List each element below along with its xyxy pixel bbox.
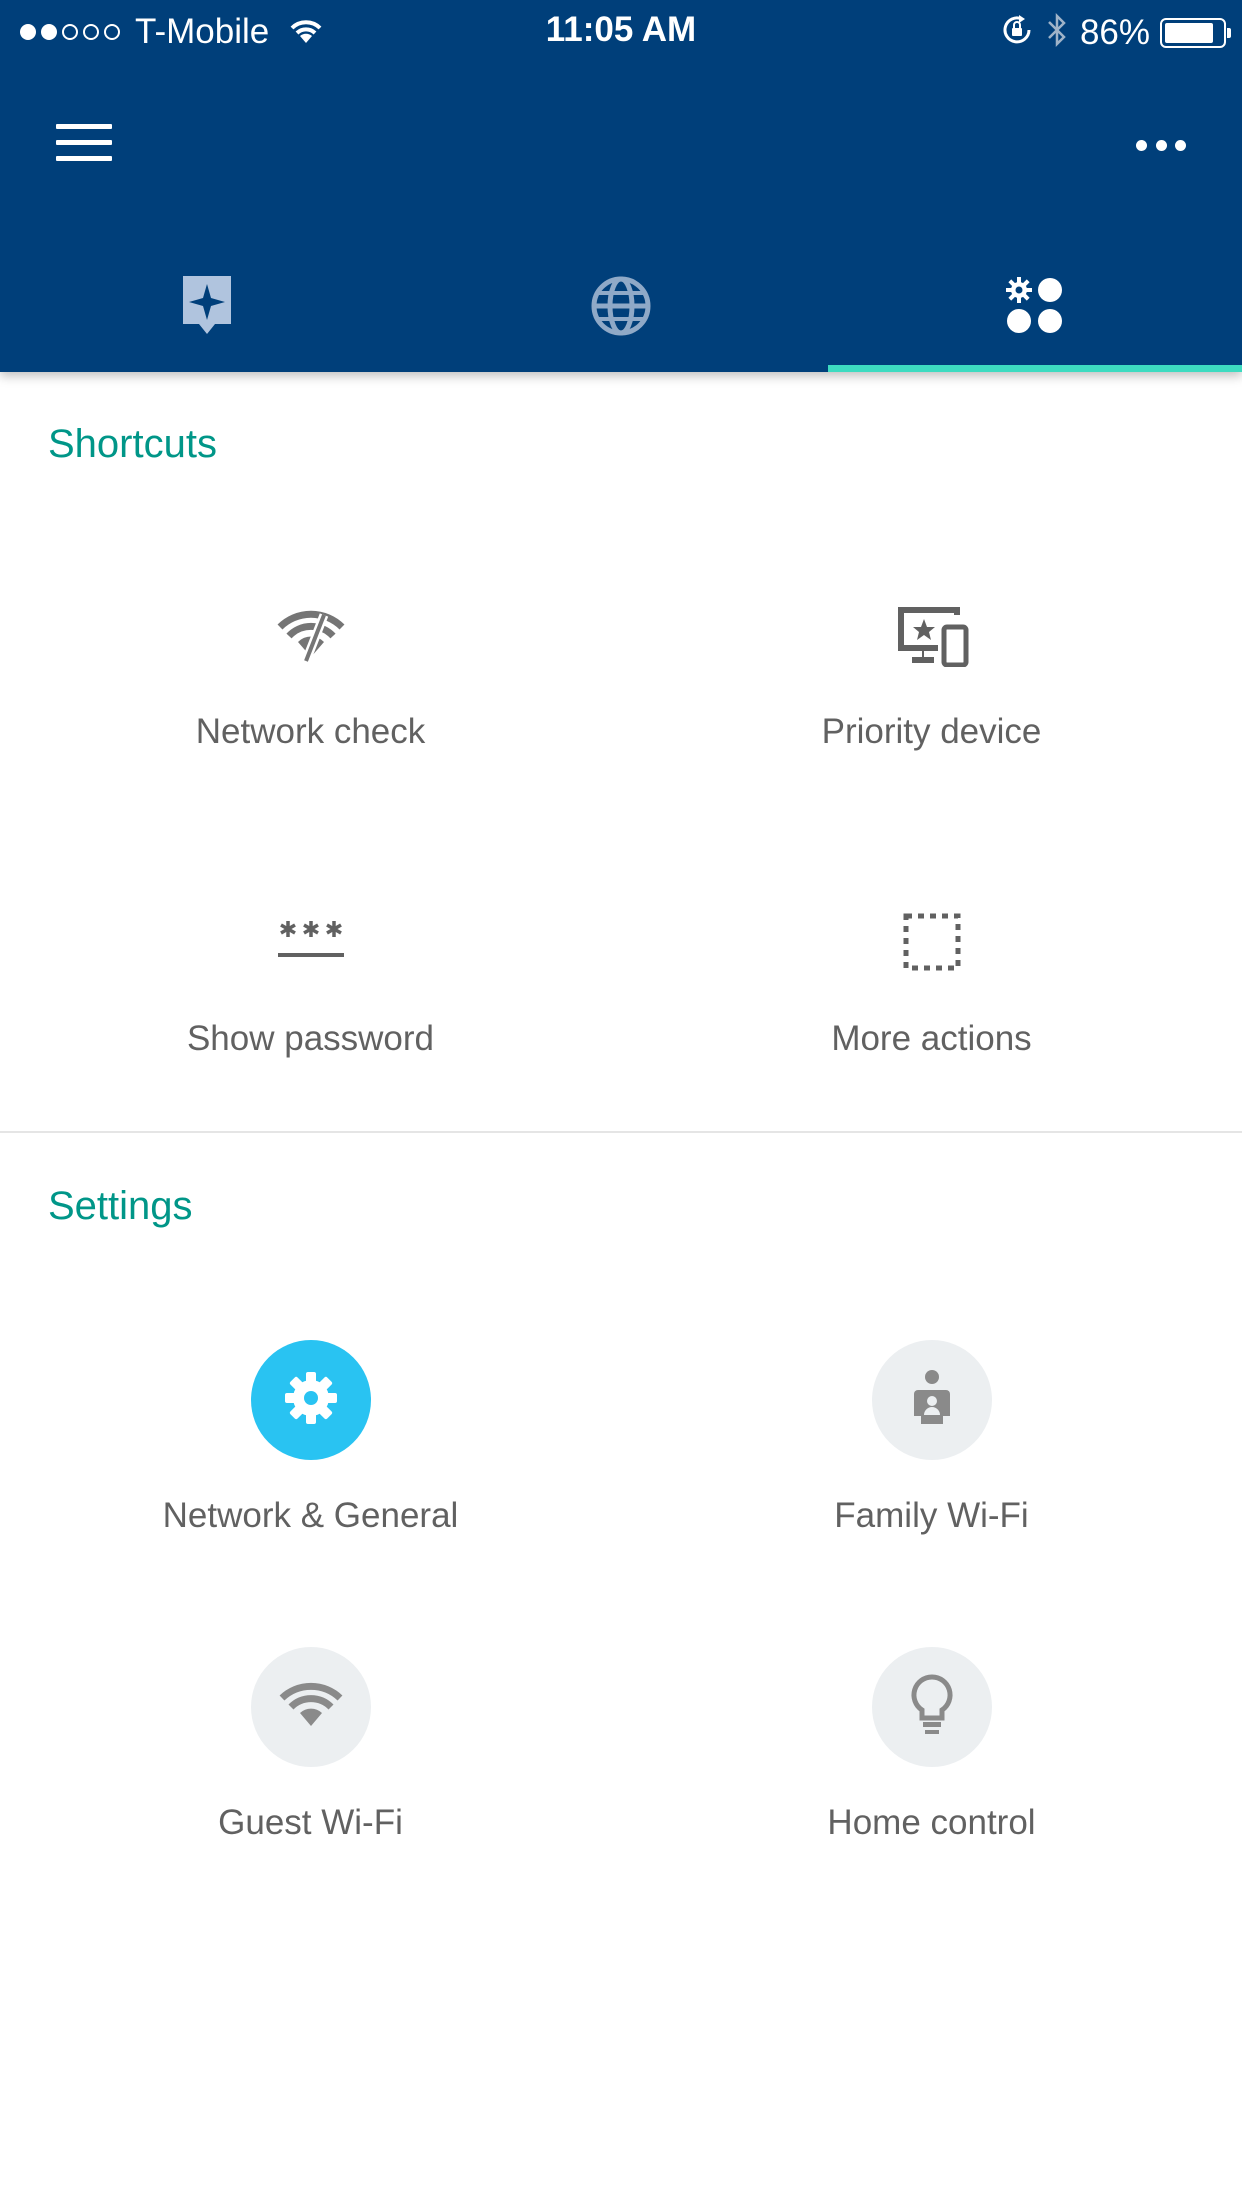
setting-guest-wifi[interactable]: Guest Wi-Fi: [0, 1647, 621, 1843]
status-bar: T-Mobile 11:05 AM 86%: [0, 0, 1242, 64]
shortcuts-title: Shortcuts: [48, 422, 217, 466]
tab-bar: [0, 244, 1242, 372]
sparkle-flag-icon: [179, 274, 235, 343]
status-right: 86%: [1000, 12, 1231, 53]
network-check-icon: [276, 607, 346, 668]
setting-home-control[interactable]: Home control: [621, 1647, 1242, 1843]
shortcut-show-password[interactable]: Show password: [0, 889, 621, 1059]
setting-label: Guest Wi-Fi: [218, 1803, 403, 1842]
bluetooth-icon: [1046, 12, 1068, 53]
gear-icon: [281, 1368, 341, 1433]
settings-dots-icon: [1005, 276, 1065, 341]
password-icon: [276, 917, 346, 972]
app-header: T-Mobile 11:05 AM 86%: [0, 0, 1242, 372]
overflow-menu-button[interactable]: [1136, 130, 1186, 160]
settings-title: Settings: [48, 1184, 193, 1228]
shortcut-network-check[interactable]: Network check: [0, 582, 621, 752]
battery-percent: 86%: [1079, 12, 1150, 52]
family-icon: [907, 1368, 957, 1433]
lightbulb-icon: [910, 1673, 954, 1741]
setting-icon-circle: [871, 1340, 992, 1460]
wifi-icon: [278, 1680, 344, 1735]
tab-settings[interactable]: [828, 244, 1242, 372]
setting-icon-circle: [250, 1340, 371, 1460]
priority-device-icon: [894, 603, 970, 672]
menu-button[interactable]: [56, 124, 112, 164]
shortcut-label: Network check: [195, 712, 426, 751]
tab-network[interactable]: [414, 244, 828, 372]
shortcut-more-actions[interactable]: More actions: [621, 889, 1242, 1059]
setting-family-wifi[interactable]: Family Wi-Fi: [621, 1340, 1242, 1536]
setting-label: Network & General: [162, 1496, 459, 1535]
globe-icon: [590, 275, 652, 342]
shortcut-label: Priority device: [821, 712, 1042, 751]
setting-icon-circle: [250, 1647, 371, 1767]
shortcut-priority-device[interactable]: Priority device: [621, 582, 1242, 752]
section-divider: [0, 1131, 1242, 1133]
battery-icon: [1160, 17, 1231, 48]
setting-network-general[interactable]: Network & General: [0, 1340, 621, 1536]
tab-insights[interactable]: [0, 244, 414, 372]
shortcut-label: Show password: [186, 1019, 435, 1058]
setting-icon-circle: [871, 1647, 992, 1767]
shortcut-label: More actions: [831, 1019, 1032, 1058]
setting-label: Family Wi-Fi: [834, 1496, 1029, 1535]
setting-label: Home control: [827, 1803, 1036, 1842]
orientation-lock-icon: [1000, 13, 1034, 52]
more-actions-icon: [902, 912, 962, 977]
